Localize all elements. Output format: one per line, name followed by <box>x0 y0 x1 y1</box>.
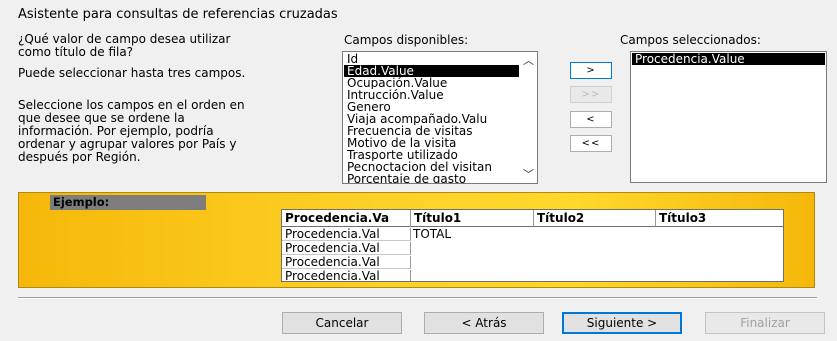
list-item[interactable]: Intrucción.Value <box>344 89 519 101</box>
example-total: TOTAL <box>413 227 452 241</box>
example-label: Ejemplo: <box>50 195 206 210</box>
selected-fields-list[interactable]: Procedencia.Value <box>630 51 827 183</box>
list-item[interactable]: Pecnoctacion del visitan <box>344 161 519 173</box>
chevron-down-icon[interactable]: ﹀ <box>520 166 537 183</box>
instruction-question: ¿Qué valor de campo desea utilizar como … <box>18 32 231 59</box>
add-field-button[interactable]: > <box>570 62 612 79</box>
list-item[interactable]: Motivo de la visita <box>344 137 519 149</box>
example-column-header: Título1 <box>411 210 534 227</box>
list-item[interactable]: Id <box>344 53 519 65</box>
example-column-header: Título3 <box>656 210 783 227</box>
add-all-fields-button[interactable]: >> <box>570 86 612 103</box>
instruction-limit: Puede seleccionar hasta tres campos. <box>18 66 246 80</box>
footer-divider <box>18 297 817 299</box>
chevron-up-icon[interactable]: ︿ <box>520 52 537 69</box>
list-item-selected[interactable]: Procedencia.Value <box>632 53 825 65</box>
available-fields-list[interactable]: Id Edad.Value Ocupación.Value Intrucción… <box>342 51 538 184</box>
list-item[interactable]: Viaja acompañado.Valu <box>344 113 519 125</box>
instruction-order: Seleccione los campos en el orden en que… <box>18 98 245 164</box>
next-button[interactable]: Siguiente > <box>562 312 682 334</box>
available-fields-label: Campos disponibles: <box>344 33 469 47</box>
example-row: Procedencia.Val <box>282 270 411 281</box>
list-item[interactable]: Genero <box>344 101 519 113</box>
cancel-button[interactable]: Cancelar <box>282 312 402 334</box>
list-item[interactable]: Frecuencia de visitas <box>344 125 519 137</box>
list-item[interactable]: Trasporte utilizado <box>344 149 519 161</box>
example-grid: Procedencia.Va Título1 Título2 Título3 P… <box>281 209 784 282</box>
vertical-scrollbar[interactable]: ︿ ﹀ <box>520 52 537 183</box>
example-row: Procedencia.Val <box>282 256 411 269</box>
back-button[interactable]: < Atrás <box>424 312 544 334</box>
example-row: Procedencia.Val <box>282 242 411 255</box>
example-row-header: Procedencia.Va <box>282 210 411 227</box>
selected-fields-label: Campos seleccionados: <box>620 33 761 47</box>
remove-all-fields-button[interactable]: << <box>570 135 612 152</box>
dialog-title: Asistente para consultas de referencias … <box>18 7 338 22</box>
example-row: Procedencia.Val <box>282 228 411 241</box>
example-preview: Ejemplo: Procedencia.Va Título1 Título2 … <box>18 192 815 288</box>
list-item-selected[interactable]: Edad.Value <box>344 65 519 77</box>
list-item[interactable]: Porcentaje de gasto <box>344 173 519 183</box>
remove-field-button[interactable]: < <box>570 111 612 128</box>
list-item[interactable]: Ocupación.Value <box>344 77 519 89</box>
example-column-header: Título2 <box>534 210 656 227</box>
finish-button[interactable]: Finalizar <box>705 312 825 334</box>
